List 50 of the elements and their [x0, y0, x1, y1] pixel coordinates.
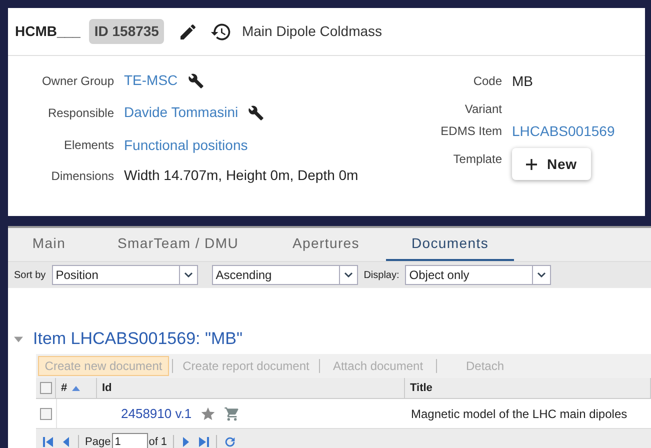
field-link[interactable]: TE-MSC: [124, 70, 178, 91]
checkbox[interactable]: [40, 408, 52, 420]
field-label: Elements: [64, 137, 114, 154]
wrench-icon[interactable]: [188, 72, 204, 88]
display-label: Display:: [364, 268, 400, 282]
field-label: EDMS Item: [440, 123, 502, 140]
field-value: Width 14.707m, Height 0m, Depth 0m: [124, 166, 358, 186]
field-link[interactable]: Functional positions: [124, 134, 248, 156]
dropdown[interactable]: Object only: [405, 265, 552, 285]
dropdown[interactable]: Position: [52, 265, 198, 285]
tab[interactable]: Apertures: [266, 228, 386, 261]
checkbox[interactable]: [40, 382, 52, 394]
field-label: Owner Group: [42, 72, 114, 90]
star-icon[interactable]: [200, 406, 216, 422]
tab[interactable]: Main: [8, 228, 90, 261]
field-label: Dimensions: [51, 168, 114, 185]
column-header[interactable]: Title: [410, 380, 432, 396]
field-label: Responsible: [48, 104, 114, 122]
cart-icon[interactable]: [224, 406, 240, 422]
wrench-icon[interactable]: [248, 104, 264, 121]
new-button[interactable]: New: [512, 148, 591, 180]
column-header[interactable]: Id: [102, 380, 112, 396]
id-badge: ID 158735: [89, 19, 164, 44]
collapse-icon[interactable]: [14, 334, 23, 344]
document-link[interactable]: 2458910 v.1: [121, 404, 192, 424]
dropdown[interactable]: Ascending: [212, 265, 358, 285]
page-label: Page: [85, 434, 111, 448]
last-page-icon[interactable]: [198, 436, 210, 448]
edit-icon[interactable]: [178, 22, 198, 42]
field-label: Variant: [464, 101, 502, 118]
chevron-down-icon: [184, 272, 193, 278]
column-header[interactable]: #: [61, 380, 68, 396]
field-label: Template: [453, 151, 502, 168]
field-value: MB: [512, 72, 533, 90]
page-count: of 1: [148, 434, 168, 448]
field-link[interactable]: Davide Tommasini: [124, 102, 238, 124]
tab[interactable]: SmarTeam / DMU: [90, 228, 266, 261]
field-link[interactable]: LHCABS001569: [512, 120, 615, 142]
plus-icon: [526, 158, 537, 170]
page-input[interactable]: 1: [112, 433, 148, 448]
first-page-icon[interactable]: [42, 436, 54, 448]
refresh-icon[interactable]: [223, 435, 238, 448]
object-code: HCMB___: [15, 22, 80, 41]
item-title[interactable]: Item LHCABS001569: "MB": [33, 326, 243, 352]
object-title: Main Dipole Coldmass: [242, 22, 382, 41]
field-label: Code: [473, 73, 502, 90]
chevron-down-icon: [537, 272, 546, 278]
chevron-down-icon: [344, 272, 353, 278]
sort-label: Sort by: [14, 268, 46, 282]
table-cell-text: Magnetic model of the LHC main dipoles: [410, 406, 628, 422]
